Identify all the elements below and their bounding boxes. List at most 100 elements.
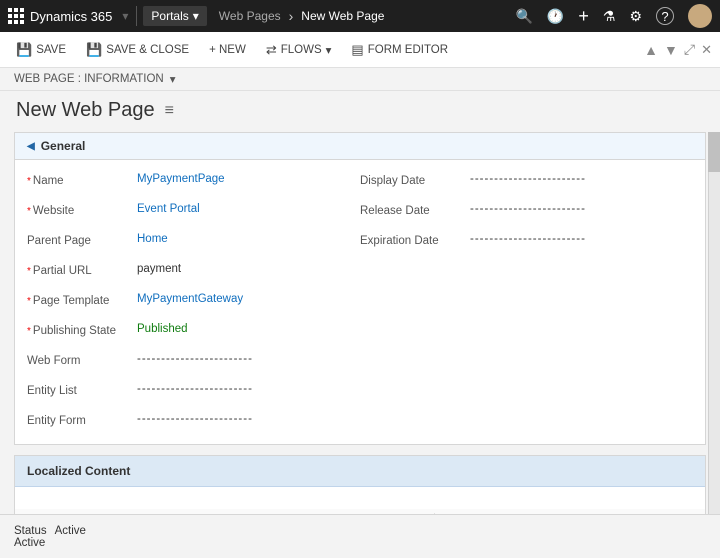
parent-page-value[interactable]: Home bbox=[137, 233, 360, 245]
portals-dropdown[interactable]: Portals ▾ bbox=[143, 6, 206, 26]
partial-url-required-star: * bbox=[27, 266, 31, 277]
localized-title: Localized Content bbox=[27, 464, 130, 478]
publishing-state-row: *Publishing State Published bbox=[27, 318, 360, 346]
add-icon[interactable]: + bbox=[578, 6, 589, 27]
avatar[interactable] bbox=[688, 4, 712, 28]
release-date-row: Release Date ------------------------ bbox=[360, 198, 693, 226]
name-required-star: * bbox=[27, 176, 31, 187]
website-label: *Website bbox=[27, 203, 137, 217]
active-value: Active bbox=[14, 537, 45, 549]
scroll-track[interactable] bbox=[708, 132, 720, 514]
name-row: *Name MyPaymentPage bbox=[27, 168, 360, 196]
page-menu-icon[interactable]: ≡ bbox=[165, 102, 174, 120]
general-section-header[interactable]: ◀ General bbox=[15, 133, 705, 160]
name-value[interactable]: MyPaymentPage bbox=[137, 173, 360, 185]
name-label: *Name bbox=[27, 173, 137, 187]
portals-chevron: ▾ bbox=[193, 9, 199, 23]
entity-form-label: Entity Form bbox=[27, 413, 137, 427]
settings-icon[interactable]: ⚙ bbox=[629, 8, 642, 25]
status-line-2: Active bbox=[14, 537, 706, 549]
display-date-label: Display Date bbox=[360, 173, 470, 187]
filter-icon[interactable]: ⚗ bbox=[603, 8, 616, 25]
web-form-value[interactable]: ------------------------ bbox=[137, 353, 360, 365]
main-content: ◀ General *Name MyPaymentPage *Website bbox=[0, 132, 720, 514]
save-close-icon: 💾 bbox=[86, 42, 102, 58]
form-editor-label: FORM EDITOR bbox=[368, 44, 448, 56]
form-left-col: *Name MyPaymentPage *Website Event Porta… bbox=[27, 168, 360, 436]
display-date-row: Display Date ------------------------ bbox=[360, 168, 693, 196]
grid-icon bbox=[8, 8, 24, 24]
entity-form-value[interactable]: ------------------------ bbox=[137, 413, 360, 425]
save-button[interactable]: 💾 SAVE bbox=[8, 38, 74, 62]
col-header-portal[interactable]: Portal Language (Webpage Lang...) bbox=[275, 513, 435, 514]
scroll-thumb[interactable] bbox=[708, 132, 720, 172]
bottom-status-row: Status Active Active bbox=[0, 514, 720, 558]
expand-icon[interactable]: ⤢ bbox=[684, 41, 695, 58]
nav-actions: 🔍 🕐 + ⚗ ⚙ ? bbox=[515, 4, 712, 28]
partial-url-row: *Partial URL payment bbox=[27, 258, 360, 286]
search-icon[interactable]: 🔍 bbox=[515, 8, 532, 25]
toolbar-right: ▲ ▼ ⤢ ✕ bbox=[644, 41, 712, 58]
down-arrow-icon[interactable]: ▼ bbox=[664, 42, 678, 58]
expiration-date-row: Expiration Date ------------------------ bbox=[360, 228, 693, 256]
top-nav: Dynamics 365 ▾ Portals ▾ Web Pages › New… bbox=[0, 0, 720, 32]
release-date-label: Release Date bbox=[360, 203, 470, 217]
entity-list-label: Entity List bbox=[27, 383, 137, 397]
table-header-row: Name ↑ Website Portal Language (Webpage … bbox=[15, 509, 705, 514]
partial-url-value[interactable]: payment bbox=[137, 263, 360, 275]
status-label: Status bbox=[14, 525, 47, 537]
new-label: + NEW bbox=[209, 44, 246, 56]
new-button[interactable]: + NEW bbox=[201, 40, 254, 60]
web-form-label: Web Form bbox=[27, 353, 137, 367]
page-template-required-star: * bbox=[27, 296, 31, 307]
flows-button[interactable]: ⇄ FLOWS ▾ bbox=[258, 38, 340, 62]
parent-page-label: Parent Page bbox=[27, 233, 137, 247]
page-template-value[interactable]: MyPaymentGateway bbox=[137, 293, 360, 305]
parent-page-row: Parent Page Home bbox=[27, 228, 360, 256]
save-label: SAVE bbox=[36, 44, 66, 56]
expiration-date-label: Expiration Date bbox=[360, 233, 470, 247]
breadcrumb: Web Pages › New Web Page bbox=[219, 8, 385, 24]
publishing-state-label: *Publishing State bbox=[27, 323, 137, 337]
collapse-icon: ◀ bbox=[27, 141, 35, 152]
breadcrumb-parent[interactable]: Web Pages bbox=[219, 9, 281, 23]
localized-content-card: Localized Content Name ↑ Website Portal … bbox=[14, 455, 706, 514]
page-template-label: *Page Template bbox=[27, 293, 137, 307]
flows-label: FLOWS bbox=[281, 44, 322, 56]
page-title-area: New Web Page ≡ bbox=[0, 91, 720, 132]
app-logo[interactable]: Dynamics 365 bbox=[8, 8, 120, 24]
flows-chevron-icon: ▾ bbox=[326, 43, 332, 57]
website-value[interactable]: Event Portal bbox=[137, 203, 360, 215]
history-icon[interactable]: 🕐 bbox=[547, 8, 564, 25]
status-line-1: Status Active bbox=[14, 525, 706, 537]
form-right-col: Display Date ------------------------ Re… bbox=[360, 168, 693, 436]
form-editor-button[interactable]: ▤ FORM EDITOR bbox=[343, 38, 456, 62]
entity-list-row: Entity List ------------------------ bbox=[27, 378, 360, 406]
up-arrow-icon[interactable]: ▲ bbox=[644, 42, 658, 58]
publishing-state-required-star: * bbox=[27, 326, 31, 337]
expiration-date-value[interactable]: ------------------------ bbox=[470, 233, 693, 245]
portals-label: Portals bbox=[151, 9, 188, 23]
section-title: WEB PAGE : INFORMATION bbox=[14, 73, 164, 85]
flows-icon: ⇄ bbox=[266, 42, 277, 58]
close-icon[interactable]: ✕ bbox=[701, 42, 712, 58]
section-dropdown-icon[interactable]: ▾ bbox=[170, 72, 176, 86]
website-row: *Website Event Portal bbox=[27, 198, 360, 226]
general-title: General bbox=[41, 139, 86, 153]
save-close-label: SAVE & CLOSE bbox=[106, 44, 189, 56]
website-required-star: * bbox=[27, 206, 31, 217]
publishing-state-value[interactable]: Published bbox=[137, 323, 360, 335]
page-template-row: *Page Template MyPaymentGateway bbox=[27, 288, 360, 316]
web-form-row: Web Form ------------------------ bbox=[27, 348, 360, 376]
display-date-value[interactable]: ------------------------ bbox=[470, 173, 693, 185]
partial-url-label: *Partial URL bbox=[27, 263, 137, 277]
release-date-value[interactable]: ------------------------ bbox=[470, 203, 693, 215]
help-icon[interactable]: ? bbox=[656, 7, 674, 25]
status-value: Active bbox=[55, 525, 86, 537]
form-editor-icon: ▤ bbox=[351, 42, 363, 58]
localized-content-header[interactable]: Localized Content bbox=[15, 456, 705, 487]
breadcrumb-current: New Web Page bbox=[301, 9, 384, 23]
breadcrumb-sep: › bbox=[289, 8, 294, 24]
save-close-button[interactable]: 💾 SAVE & CLOSE bbox=[78, 38, 197, 62]
entity-list-value[interactable]: ------------------------ bbox=[137, 383, 360, 395]
